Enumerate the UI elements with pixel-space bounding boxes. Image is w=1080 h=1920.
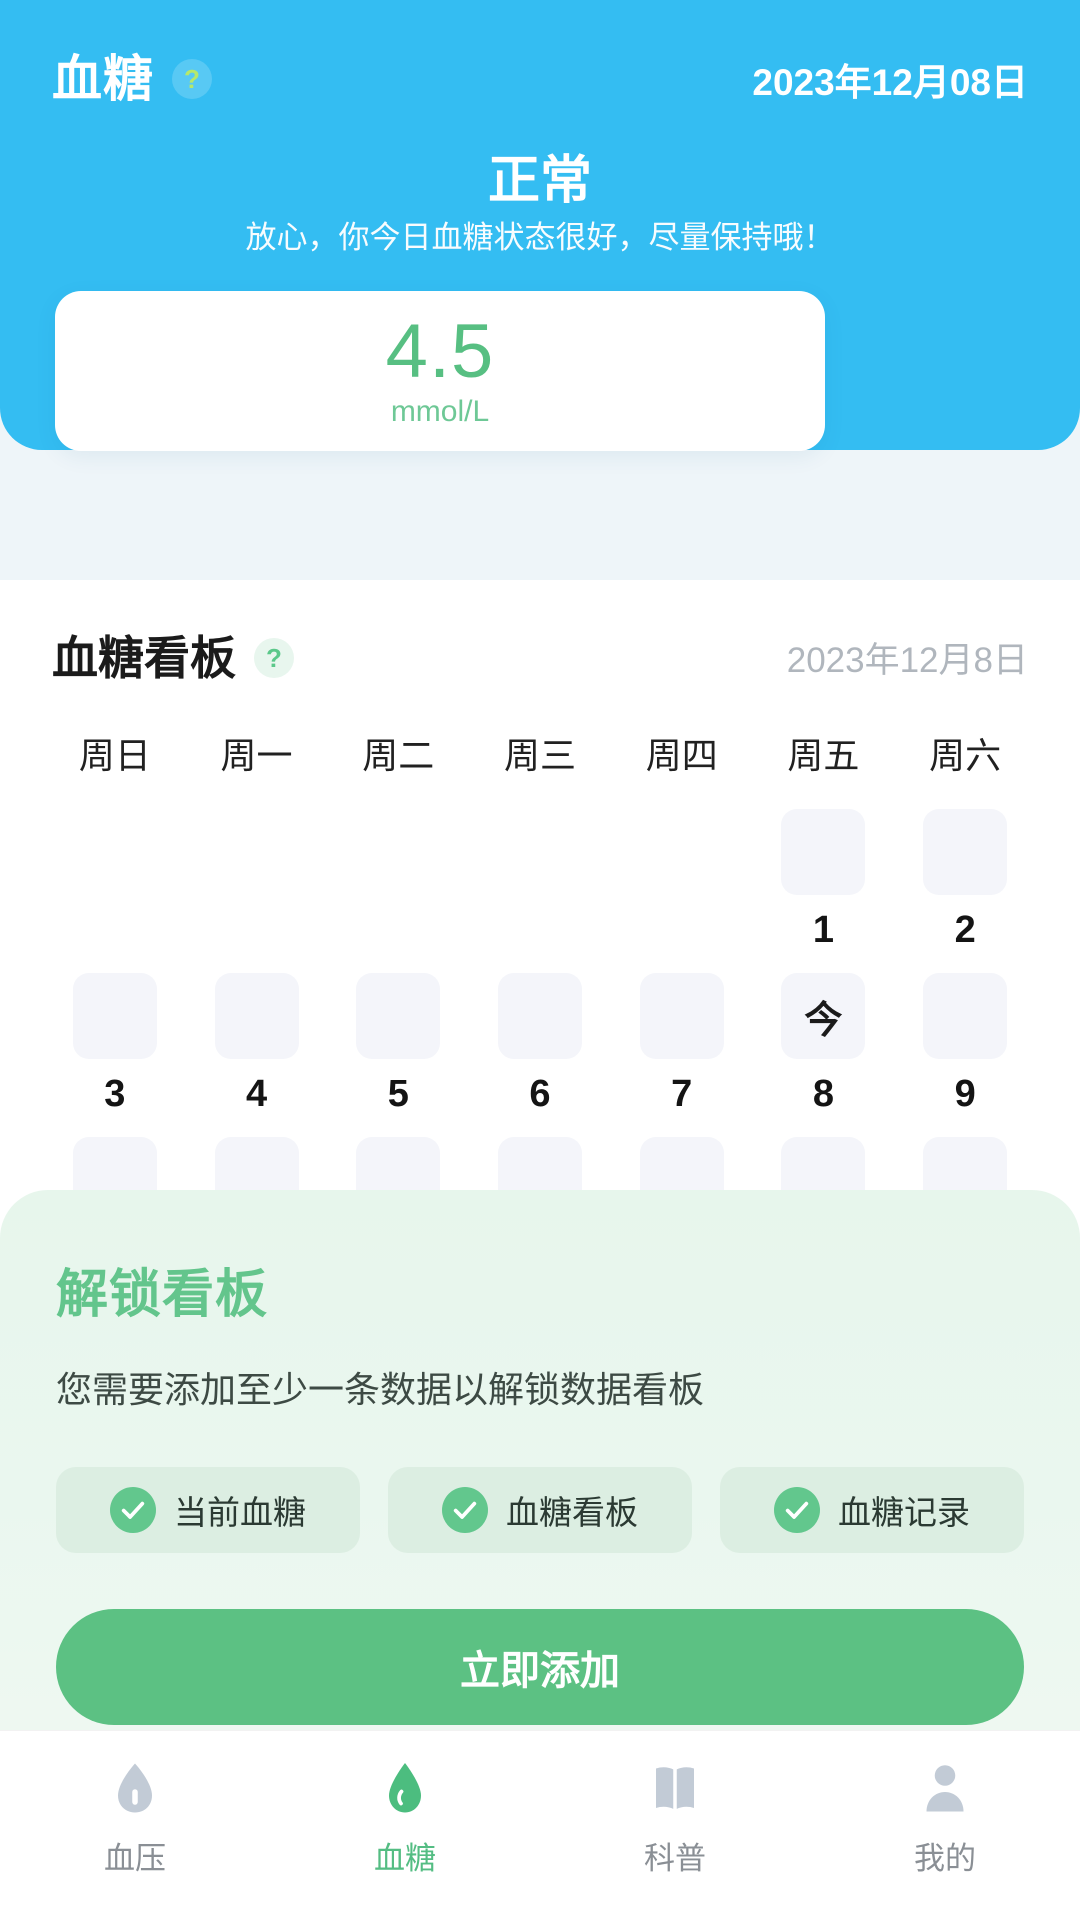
glucose-value-card[interactable]: 4.5 mmol/L <box>55 291 825 451</box>
hero-date: 2023年12月08日 <box>752 62 1028 103</box>
tab-profile[interactable]: 我的 <box>810 1757 1080 1878</box>
blood-pressure-icon <box>104 1757 166 1819</box>
hero-section: 血糖 ? 2023年12月08日 正常 放心，你今日血糖状态很好，尽量保持哦！ … <box>0 0 1080 580</box>
tab-science[interactable]: 科普 <box>540 1757 810 1878</box>
weekday-label: 周一 <box>220 735 293 776</box>
unlock-title: 解锁看板 <box>56 1266 269 1324</box>
weekday-label: 周六 <box>929 735 1002 776</box>
add-now-button[interactable]: 立即添加 <box>56 1609 1024 1725</box>
weekday-label: 周四 <box>645 735 718 776</box>
status-description: 放心，你今日血糖状态很好，尽量保持哦！ <box>245 220 835 255</box>
calendar-day-number: 1 <box>812 909 834 951</box>
status-badge: 正常 <box>487 152 592 210</box>
calendar-cell[interactable]: 4 <box>186 973 328 1117</box>
calendar-tile <box>497 973 582 1059</box>
calendar-cell-today[interactable]: 今8 <box>753 973 895 1117</box>
calendar-day-number: 7 <box>671 1073 693 1115</box>
person-icon <box>914 1757 976 1819</box>
weekday-label: 周三 <box>503 735 576 776</box>
feature-chip-label: 当前血糖 <box>174 1494 306 1531</box>
calendar-day-number: 2 <box>954 909 976 951</box>
hero-top-bar: 血糖 ? 2023年12月08日 <box>0 44 1080 114</box>
calendar-cell[interactable] <box>469 809 611 953</box>
calendar-cell[interactable]: 3 <box>44 973 186 1117</box>
calendar-cell[interactable]: 1 <box>753 809 895 953</box>
calendar-tile <box>640 809 724 895</box>
weekday-label: 周五 <box>787 735 860 776</box>
unlock-board-panel: 解锁看板 您需要添加至少一条数据以解锁数据看板 当前血糖 血糖看板 血糖记录 立… <box>0 1190 1080 1730</box>
calendar-cell[interactable]: 9 <box>894 973 1036 1117</box>
board-title-group: 血糖看板 ? <box>52 635 294 681</box>
calendar-cell[interactable]: 7 <box>611 973 753 1117</box>
weekday-label: 周日 <box>78 735 151 776</box>
calendar-tile <box>356 809 440 895</box>
tab-label: 我的 <box>914 1841 976 1876</box>
calendar-day-number: 6 <box>529 1073 551 1115</box>
board-title: 血糖看板 <box>52 631 236 684</box>
calendar-cell[interactable] <box>186 809 328 953</box>
feature-chip-current-glucose[interactable]: 当前血糖 <box>56 1467 360 1553</box>
weekday-header-row: 周日 周一 周二 周三 周四 周五 周六 <box>0 727 1080 779</box>
board-header: 血糖看板 ? 2023年12月8日 <box>0 580 1080 683</box>
calendar-tile <box>72 973 157 1059</box>
feature-chip-glucose-records[interactable]: 血糖记录 <box>720 1467 1024 1553</box>
app-root: 血糖 ? 2023年12月08日 正常 放心，你今日血糖状态很好，尽量保持哦！ … <box>0 0 1080 1920</box>
tab-label: 科普 <box>644 1841 706 1876</box>
glucose-unit: mmol/L <box>390 394 490 428</box>
page-title: 血糖 <box>52 51 154 107</box>
feature-chip-label: 血糖记录 <box>838 1494 970 1531</box>
calendar-day-number: 8 <box>812 1073 834 1115</box>
tab-label: 血压 <box>104 1841 166 1876</box>
calendar-cell[interactable]: 5 <box>327 973 469 1117</box>
calendar-tile <box>356 973 441 1059</box>
calendar-day-number: 3 <box>104 1073 126 1115</box>
hero-title-group: 血糖 ? <box>52 54 212 104</box>
calendar-tile <box>923 973 1008 1059</box>
calendar-tile <box>498 809 582 895</box>
unlock-description: 您需要添加至少一条数据以解锁数据看板 <box>56 1369 705 1410</box>
calendar-tile <box>781 809 866 895</box>
calendar-row: 1 2 <box>44 809 1036 953</box>
calendar-day-number: 4 <box>245 1073 268 1115</box>
calendar-tile <box>215 809 299 895</box>
calendar-row: 3 4 5 6 7 今8 9 <box>44 973 1036 1117</box>
calendar-grid: 1 2 3 4 5 6 7 今8 9 <box>0 809 1080 1223</box>
weekday-label: 周二 <box>362 735 435 776</box>
calendar-tile-today: 今 <box>781 973 866 1059</box>
calendar-tile <box>214 973 299 1059</box>
calendar-tile <box>73 809 157 895</box>
calendar-cell[interactable] <box>44 809 186 953</box>
calendar-day-number: 5 <box>387 1073 409 1115</box>
board-date: 2023年12月8日 <box>786 641 1028 680</box>
calendar-tile <box>923 809 1008 895</box>
glucose-value: 4.5 <box>385 309 495 395</box>
unlock-feature-chips: 当前血糖 血糖看板 血糖记录 <box>56 1467 1024 1553</box>
calendar-cell[interactable]: 2 <box>894 809 1036 953</box>
question-mark-icon[interactable]: ? <box>254 637 294 678</box>
feature-chip-glucose-board[interactable]: 血糖看板 <box>388 1467 692 1553</box>
tab-blood-glucose[interactable]: 血糖 <box>270 1757 540 1878</box>
check-circle-icon <box>110 1487 156 1533</box>
tab-blood-pressure[interactable]: 血压 <box>0 1757 270 1878</box>
check-circle-icon <box>774 1487 820 1533</box>
book-icon <box>644 1757 706 1819</box>
calendar-day-number: 9 <box>954 1073 976 1115</box>
calendar-cell[interactable]: 6 <box>469 973 611 1117</box>
blood-glucose-drop-icon <box>374 1757 436 1819</box>
check-circle-icon <box>442 1487 488 1533</box>
calendar-tile <box>639 973 724 1059</box>
feature-chip-label: 血糖看板 <box>506 1494 638 1531</box>
question-mark-icon[interactable]: ? <box>172 59 212 99</box>
bottom-tab-bar: 血压 血糖 科普 我的 <box>0 1730 1080 1920</box>
tab-label: 血糖 <box>374 1841 436 1876</box>
calendar-cell[interactable] <box>611 809 753 953</box>
calendar-cell[interactable] <box>327 809 469 953</box>
